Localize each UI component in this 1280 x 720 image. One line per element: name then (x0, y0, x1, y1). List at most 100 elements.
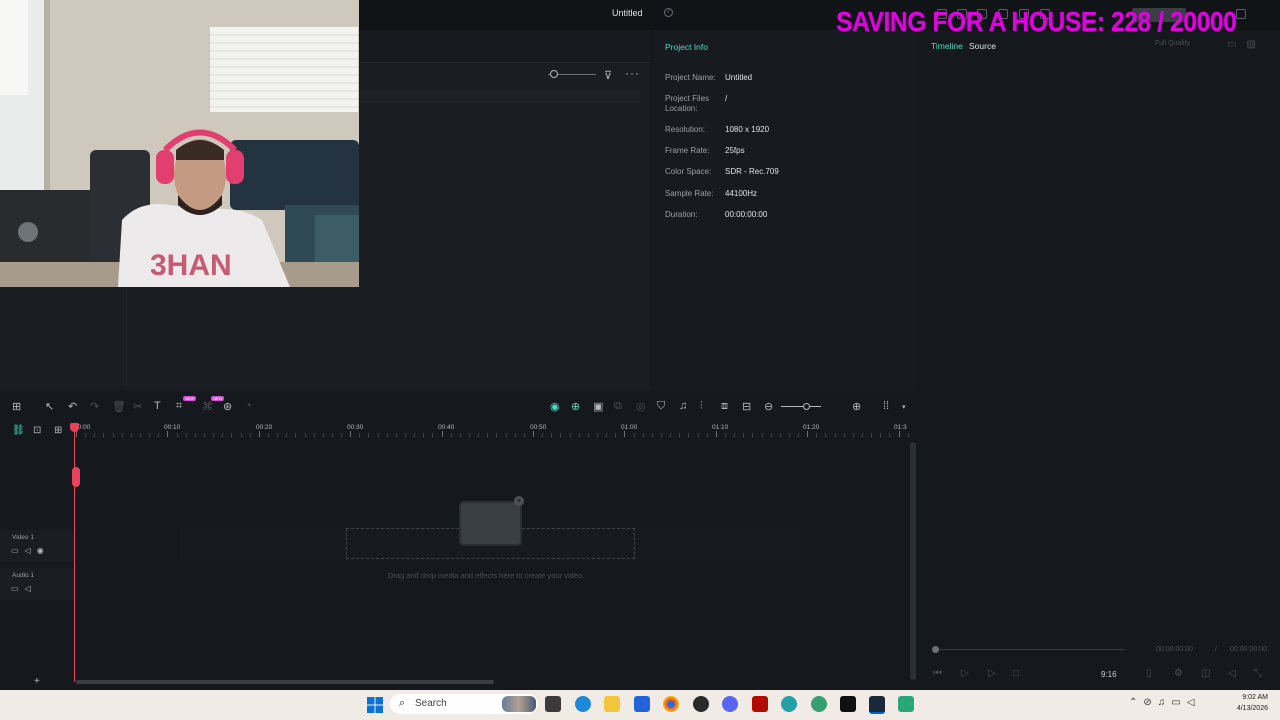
ruler-tick (213, 433, 215, 437)
marker-icon[interactable]: ▯ (1146, 668, 1152, 679)
clock-time[interactable]: 9:02 AM (1228, 694, 1268, 701)
restore-icon[interactable] (1236, 9, 1246, 19)
zoom-in-icon[interactable]: ⊕ (852, 400, 861, 413)
ruler-tick (642, 433, 644, 437)
tab-timeline[interactable]: Timeline (931, 41, 963, 51)
chevron-down-icon[interactable]: ▾ (902, 403, 906, 411)
fullscreen-icon[interactable]: ⤡ (1254, 668, 1262, 679)
audio-track-controls[interactable]: ▭◁ (11, 584, 37, 593)
ruler-tick (724, 433, 726, 437)
media-zoom-knob[interactable] (550, 70, 558, 78)
snap-icon[interactable]: ⊕ (571, 400, 580, 413)
cut-icon[interactable]: ✂ (133, 400, 142, 413)
vertical-scrollbar[interactable] (910, 442, 916, 680)
ruler-tick (267, 433, 269, 437)
filter-icon[interactable]: ⊽ (604, 69, 612, 82)
webcam-overlay: 3HAN (0, 0, 359, 287)
undo-icon[interactable]: ↶ (68, 400, 77, 413)
previous-frame-icon[interactable]: ⏮ (933, 668, 942, 679)
playhead-marker[interactable] (72, 467, 80, 487)
layout-icon[interactable]: ⊞ (12, 400, 21, 413)
clock-date[interactable]: 4/13/2026 (1228, 705, 1268, 712)
discord-icon[interactable] (722, 696, 738, 712)
ruler-tick (816, 433, 818, 437)
chrome-icon[interactable] (663, 696, 679, 712)
timeline-zoom-knob[interactable] (803, 403, 810, 410)
timeline-zoom-slider[interactable] (781, 406, 821, 407)
zoom-out-icon[interactable]: ⊖ (764, 400, 773, 413)
windows-start-icon[interactable] (367, 697, 383, 713)
store-icon[interactable] (634, 696, 650, 712)
filmora-icon[interactable] (898, 696, 914, 712)
preview-view-icons[interactable]: ▭▨ (1227, 39, 1266, 50)
system-tray-icons[interactable]: ⌃⊘♫▭◁ (1129, 697, 1200, 708)
ruler-tick (359, 433, 361, 437)
ruler-tick (167, 431, 169, 437)
horizontal-scrollbar[interactable] (76, 680, 494, 684)
ruler-tick (496, 433, 498, 437)
steam-icon[interactable] (869, 696, 885, 714)
shield-icon[interactable]: ⛉ (657, 400, 665, 413)
settings-icon[interactable]: ⚙ (1174, 668, 1183, 679)
aspect-ratio-select[interactable]: 9:16 (1101, 670, 1117, 679)
media-search-row[interactable] (360, 90, 640, 103)
ruler-tick (377, 433, 379, 437)
crop-icon[interactable]: ⌗ (176, 400, 182, 413)
text-icon[interactable]: T (154, 400, 161, 412)
ruler-tick (907, 433, 909, 437)
edge-icon[interactable] (575, 696, 591, 712)
redo-icon[interactable]: ↷ (90, 400, 99, 413)
select-icon[interactable]: ↖ (45, 400, 54, 413)
play-icon[interactable]: ▷ (988, 668, 996, 679)
fit-icon[interactable]: ⊟ (742, 400, 751, 413)
obs-icon[interactable] (693, 696, 709, 712)
pip-icon[interactable]: ⧈ (721, 400, 728, 413)
playhead-handle[interactable] (70, 423, 79, 432)
track-add-icon[interactable]: ⊞ (54, 425, 62, 436)
playhead-line[interactable] (74, 424, 75, 682)
magnet-icon[interactable]: ◉ (550, 400, 560, 413)
ruler-tick (341, 433, 343, 437)
acrobat-icon[interactable] (752, 696, 768, 712)
chrome-profile-icon[interactable] (781, 696, 797, 712)
transform-icon[interactable]: ⌘ (202, 400, 213, 413)
split-icon[interactable]: ⧉ (614, 400, 622, 413)
quality-select[interactable]: Full Quality (1155, 40, 1190, 47)
file-explorer-icon[interactable] (604, 696, 620, 712)
ruler-tick (432, 433, 434, 437)
play-back-icon[interactable]: ▷ (961, 668, 969, 679)
delete-icon[interactable]: 🗑 (112, 400, 126, 413)
project-name-label: Project Name: (665, 73, 716, 82)
volume-icon[interactable]: ◁ (1228, 668, 1236, 679)
ruler-tick (871, 433, 873, 437)
grid-icon[interactable]: ⁞⁞ (883, 400, 889, 412)
preview-progress-knob[interactable] (932, 646, 939, 653)
duration-label: Duration: (665, 210, 698, 219)
preview-time-current: 00:00:00:00 (1156, 646, 1193, 653)
stop-icon[interactable]: □ (1013, 668, 1019, 679)
chrome-profile-2-icon[interactable] (811, 696, 827, 712)
ruler-tick (149, 433, 151, 437)
color-icon[interactable]: ◎ (636, 400, 646, 413)
ruler-tick (880, 433, 882, 437)
speed-icon[interactable]: ◔ (245, 400, 252, 412)
video-track-controls[interactable]: ▭◁◉ (11, 546, 50, 555)
ruler-tick (176, 433, 178, 437)
ruler-tick (734, 433, 736, 437)
task-view-icon[interactable] (545, 696, 561, 712)
project-info-title: Project Info (665, 42, 708, 52)
snapshot-icon[interactable]: ◫ (1201, 668, 1210, 679)
track-manage-icon[interactable]: ⊡ (33, 425, 41, 436)
record-icon[interactable]: ▣ (593, 400, 603, 413)
mixer-icon[interactable]: ⫶ (700, 400, 703, 413)
ai-icon[interactable]: ⊛ (223, 400, 232, 413)
microphone-icon[interactable]: ♫ (679, 400, 687, 412)
add-track-icon[interactable]: + (34, 676, 40, 687)
link-icon[interactable]: ⛓ (12, 425, 25, 436)
resolution-value: 1080 x 1920 (725, 125, 770, 134)
ruler-tick (633, 433, 635, 437)
preview-progress-track[interactable] (934, 649, 1124, 650)
more-icon[interactable]: ··· (625, 66, 640, 80)
tab-source[interactable]: Source (969, 41, 996, 51)
capcut-icon[interactable] (840, 696, 856, 712)
